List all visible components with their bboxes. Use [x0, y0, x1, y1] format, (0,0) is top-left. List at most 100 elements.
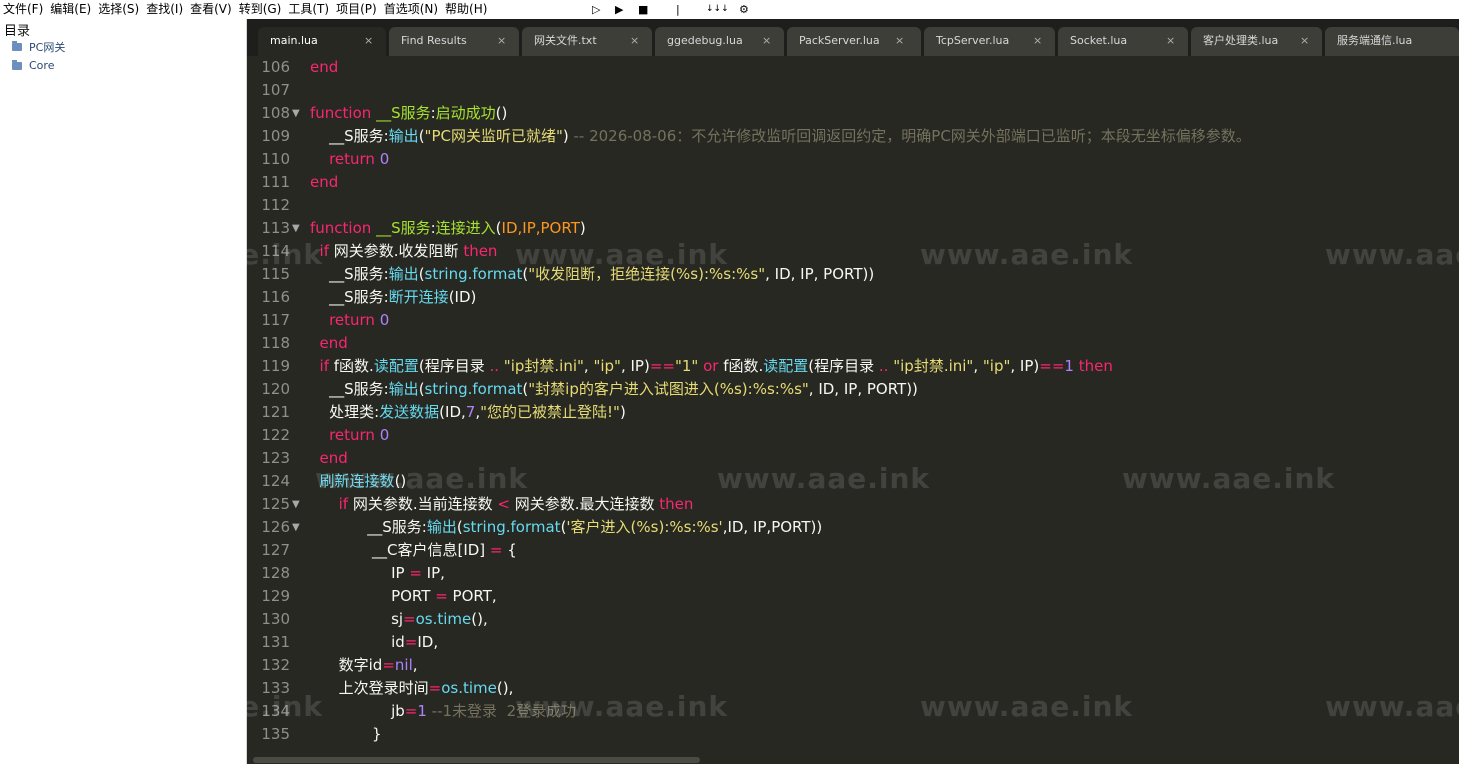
run-icon[interactable]: ▶: [615, 0, 623, 19]
close-icon[interactable]: ×: [497, 27, 506, 54]
code-token: 0: [379, 426, 390, 444]
code-token: return: [329, 426, 375, 444]
menu-item[interactable]: 查看(V): [187, 0, 236, 19]
tab[interactable]: Socket.lua ×: [1058, 27, 1188, 56]
code-text: end: [310, 56, 338, 79]
line-number: 126: [261, 518, 290, 536]
code-token: 断开连接: [388, 288, 449, 306]
horizontal-scrollbar[interactable]: [253, 757, 700, 763]
tab-label: 服务端通信.lua: [1337, 34, 1413, 47]
line-number: 130: [261, 610, 290, 628]
code-line: 113 ▼ function __S服务:连接进入(ID,IP,PORT): [247, 217, 1459, 240]
code-token: if: [319, 357, 329, 375]
menu-item[interactable]: 查找(I): [143, 0, 187, 19]
code-editor[interactable]: 106 end 107 108 ▼ function __S服务:启动成功() 109 __…: [247, 56, 1459, 764]
close-icon[interactable]: ×: [895, 27, 904, 54]
code-line: 116 __S服务:断开连接(ID): [247, 286, 1459, 309]
code-token: 0: [379, 311, 390, 329]
close-icon[interactable]: ×: [1300, 27, 1309, 54]
menu-bar: 文件(F) 编辑(E) 选择(S) 查找(I) 查看(V) 转到(G) 工具(T) 项目(P)…: [0, 0, 1459, 19]
code-line: 108 ▼ function __S服务:启动成功(): [247, 102, 1459, 125]
code-token: 发送数据: [379, 403, 440, 421]
line-number: 118: [261, 334, 290, 352]
code-token: 输出: [388, 380, 419, 398]
menu-item[interactable]: 帮助(H): [442, 0, 491, 19]
code-token: string.format: [424, 265, 523, 283]
settings-icon[interactable]: ⚙: [739, 0, 749, 19]
code-line: 112: [247, 194, 1459, 217]
tab[interactable]: 服务端通信.lua: [1325, 27, 1459, 56]
tab-label: ggedebug.lua: [667, 34, 743, 47]
sidebar-item-core[interactable]: Core: [12, 59, 54, 72]
fold-arrow-icon[interactable]: ▼: [292, 516, 300, 539]
code-token: '客户进入(%s):%s:%s': [566, 518, 723, 536]
line-number: 106: [261, 58, 290, 76]
code-text: __S服务:断开连接(ID): [310, 286, 476, 309]
sort-icon[interactable]: ↓↓↓: [706, 0, 729, 19]
code-token: 处理类: [329, 403, 375, 421]
code-text: function __S服务:连接进入(ID,IP,PORT): [310, 217, 586, 240]
code-text: sj=os.time(),: [310, 608, 488, 631]
tab-label: Socket.lua: [1070, 34, 1128, 47]
code-token: }: [372, 725, 382, 743]
code-token: "ip封禁.ini": [503, 357, 584, 375]
code-token: or: [703, 357, 719, 375]
fold-arrow-icon[interactable]: ▼: [292, 102, 300, 125]
code-token: ==: [649, 357, 675, 375]
tab[interactable]: 网关文件.txt ×: [522, 27, 652, 56]
code-token: =: [404, 702, 418, 720]
line-number: 107: [261, 81, 290, 99]
menu-item[interactable]: 项目(P): [333, 0, 381, 19]
code-text: if 网关参数.收发阻断 then: [310, 240, 498, 263]
fold-arrow-icon[interactable]: ▼: [292, 493, 300, 516]
tab[interactable]: 客户处理类.lua ×: [1191, 27, 1322, 56]
code-line: 119 if f函数.读配置(程序目录 .. "ip封禁.ini", "ip",…: [247, 355, 1459, 378]
tab[interactable]: PackServer.lua ×: [787, 27, 921, 56]
code-line: 129 PORT = PORT,: [247, 585, 1459, 608]
line-number: 112: [261, 196, 290, 214]
code-line: 127 __C客户信息[ID] = {: [247, 539, 1459, 562]
watermark: www.aae.ink: [1325, 238, 1459, 271]
code-token: ,ID, IP,PORT)): [722, 518, 823, 536]
code-token: 上次登录时间: [338, 679, 429, 697]
code-token: =: [409, 564, 422, 582]
code-token: (ID): [448, 288, 477, 306]
close-icon[interactable]: ×: [364, 27, 373, 54]
stop-icon[interactable]: ■: [638, 0, 648, 19]
code-token: =: [403, 610, 416, 628]
code-token: end: [310, 58, 339, 76]
code-token: 网关参数.收发阻断: [329, 242, 464, 260]
tab[interactable]: main.lua ×: [258, 27, 386, 56]
play-icon[interactable]: ▷: [592, 0, 600, 19]
code-line: 135 }: [247, 723, 1459, 746]
menu-item[interactable]: 转到(G): [236, 0, 286, 19]
code-token: __S服务: [329, 127, 384, 145]
code-token: "ip封禁.ini": [893, 357, 974, 375]
code-line: 110 return 0: [247, 148, 1459, 171]
fold-arrow-icon[interactable]: ▼: [292, 217, 300, 240]
code-token: ==: [1039, 357, 1065, 375]
menu-item[interactable]: 工具(T): [285, 0, 333, 19]
code-line: 111 end: [247, 171, 1459, 194]
code-text: return 0: [310, 309, 389, 332]
code-token: "封禁ip的客户进入试图进入(%s):%s:%s": [528, 380, 809, 398]
code-token: return: [329, 311, 375, 329]
code-token: if: [338, 495, 349, 513]
tab[interactable]: TcpServer.lua ×: [924, 27, 1055, 56]
menu-item[interactable]: 首选项(N): [381, 0, 442, 19]
line-number: 120: [261, 380, 290, 398]
code-line: 106 end: [247, 56, 1459, 79]
tab[interactable]: Find Results ×: [389, 27, 519, 56]
code-text: return 0: [310, 148, 389, 171]
code-token: "PC网关监听已就绪": [424, 127, 563, 145]
close-icon[interactable]: ×: [762, 27, 771, 54]
close-icon[interactable]: ×: [1033, 27, 1042, 54]
close-icon[interactable]: ×: [630, 27, 639, 54]
close-icon[interactable]: ×: [1166, 27, 1175, 54]
tab[interactable]: ggedebug.lua ×: [655, 27, 784, 56]
